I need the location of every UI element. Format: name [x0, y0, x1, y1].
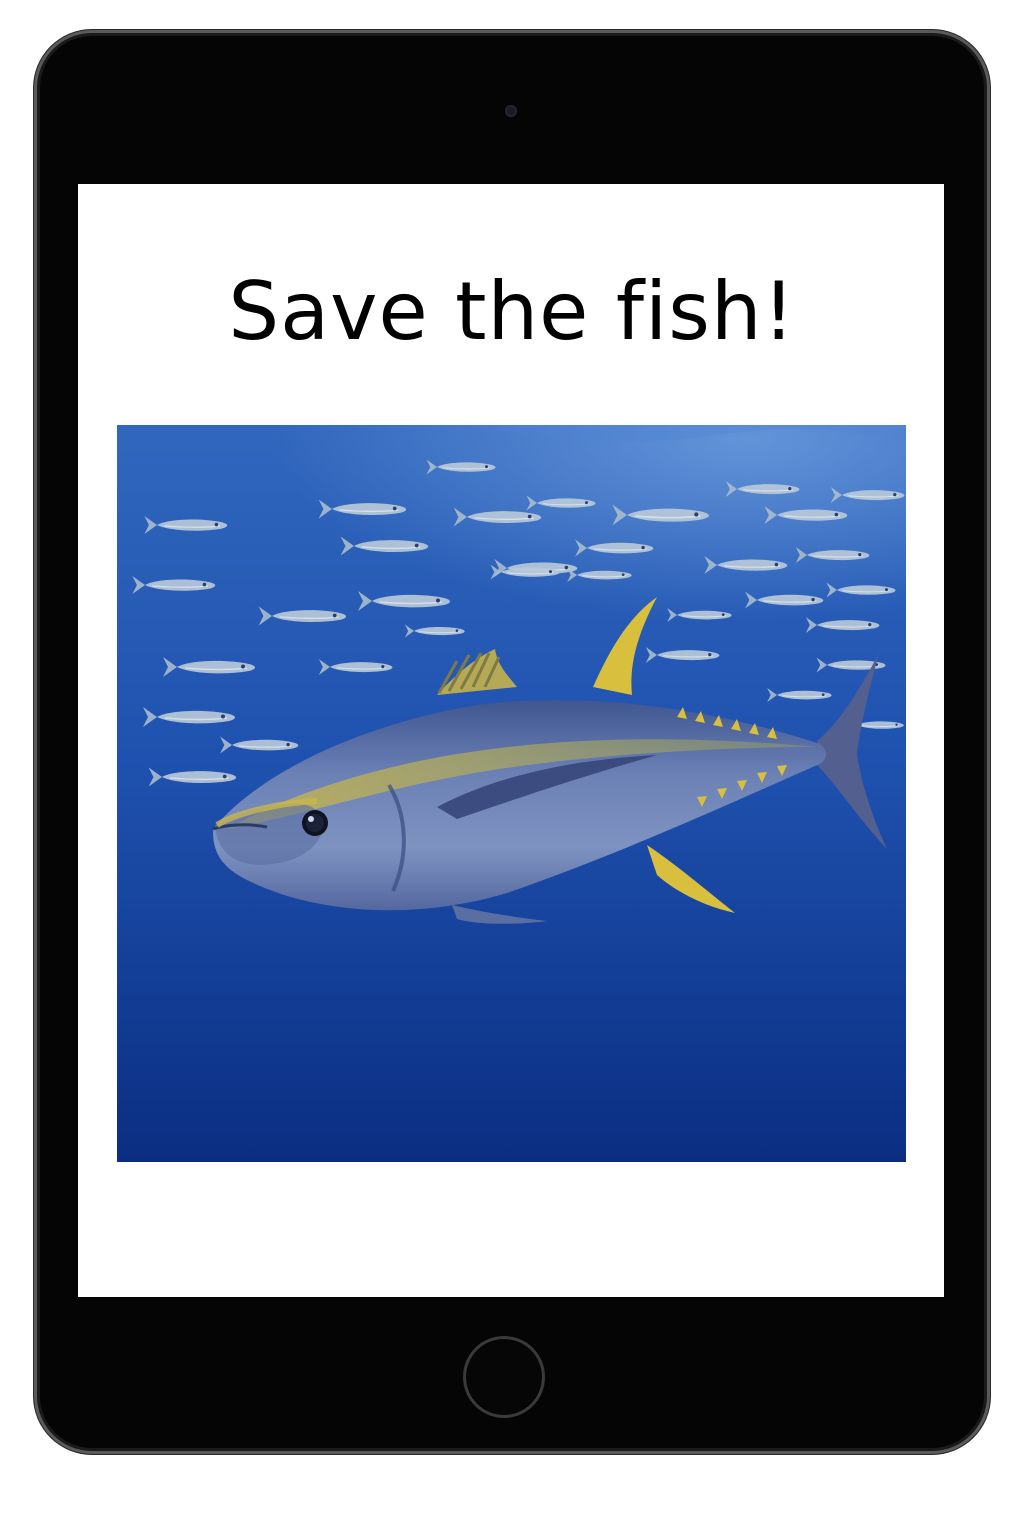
home-button-icon[interactable]	[466, 1339, 542, 1415]
tuna-photo	[117, 425, 906, 1162]
tuna-illustration	[117, 425, 906, 1162]
page-title: Save the fish!	[228, 265, 796, 358]
front-camera-icon	[505, 105, 517, 117]
